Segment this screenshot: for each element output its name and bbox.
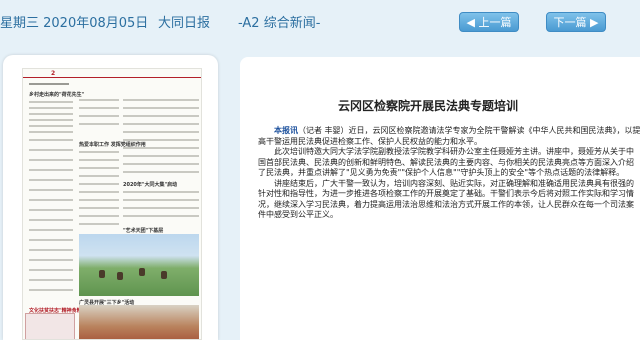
horse-figure-icon (99, 270, 105, 278)
thumbnail-photo-people (79, 305, 199, 339)
thumbnail-text-line (79, 199, 119, 201)
thumbnail-text-line (79, 159, 119, 161)
thumbnail-text-line (29, 179, 73, 181)
thumbnail-text-line (123, 171, 199, 173)
thumbnail-text-line (123, 115, 199, 117)
thumbnail-text-line (123, 199, 199, 201)
thumbnail-text-line (123, 155, 199, 157)
prev-article-label: 上一篇 (478, 16, 512, 29)
thumbnail-text-line (123, 147, 199, 149)
thumbnail-text-line (79, 99, 119, 101)
article-body: 本报讯（记者 丰婴）近日，云冈区检察院邀请法学专家为全院干警解读《中华人民共和国… (258, 126, 640, 221)
horse-figure-icon (117, 272, 123, 280)
thumbnail-text-line (29, 113, 73, 115)
thumbnail-text-line (123, 107, 199, 109)
thumbnail-text-line (29, 239, 73, 241)
thumbnail-text-line (29, 289, 73, 291)
thumbnail-text-line (29, 219, 73, 221)
next-arrow-icon: ▶ (586, 15, 599, 29)
thumbnail-text-line (79, 207, 119, 209)
article-title: 云冈区检察院开展民法典专题培训 (338, 99, 519, 113)
thumbnail-text-line (29, 229, 73, 231)
thumbnail-header-bar (23, 69, 201, 78)
horse-figure-icon (139, 268, 145, 276)
page-thumbnail-panel: 2 乡村走出来的"荷花先生" 热爱本职工作 发挥党组织作用 2020年"大同大集… (3, 55, 218, 340)
thumbnail-headline-1[interactable]: 乡村走出来的"荷花先生" (29, 91, 84, 98)
thumbnail-rule (29, 83, 69, 85)
thumbnail-text-line (29, 149, 73, 151)
thumbnail-text-line (123, 131, 199, 133)
horse-figure-icon (161, 271, 167, 279)
next-article-button[interactable]: 下一篇 ▶ (546, 12, 606, 32)
prev-article-button[interactable]: ◀ 上一篇 (459, 12, 519, 32)
thumbnail-text-line (79, 151, 119, 153)
thumbnail-text-line (29, 189, 73, 191)
thumbnail-red-box (25, 313, 75, 339)
thumbnail-text-line (79, 123, 119, 125)
article-paragraph: 讲座结束后，广大干警一致认为，培训内容深刻、贴近实际，对正确理解和准确适用民法典… (258, 178, 634, 220)
thumbnail-text-line (79, 191, 119, 193)
prev-arrow-icon: ◀ (466, 15, 479, 29)
thumbnail-text-line (29, 209, 73, 211)
thumbnail-text-line (79, 223, 119, 225)
thumbnail-text-line (29, 169, 73, 171)
thumbnail-text-line (29, 119, 73, 121)
thumbnail-text-line (29, 125, 73, 127)
article-paragraph: 本报讯（记者 丰婴）近日，云冈区检察院邀请法学专家为全院干警解读《中华人民共和国… (258, 126, 640, 147)
top-bar: 星期三 2020年08月05日 大同日报 -A2 综合新闻- ◀ 上一篇 下一篇… (0, 0, 640, 42)
thumbnail-text-line (79, 167, 119, 169)
thumbnail-text-line (123, 207, 199, 209)
thumbnail-text-line (123, 99, 199, 101)
article-panel: 云冈区检察院开展民法典专题培训 本报讯（记者 丰婴）近日，云冈区检察院邀请法学专… (240, 57, 640, 340)
thumbnail-text-line (123, 215, 199, 217)
thumbnail-text-line (29, 199, 73, 201)
article-paragraph: 此次培训特邀大同大学法学院副教授法学院教学科研办公室主任聂娅芳主讲。讲座中，聂娅… (258, 147, 634, 177)
thumbnail-headline-3[interactable]: 2020年"大同大集"启动 (123, 181, 177, 188)
thumbnail-text-line (79, 175, 119, 177)
thumbnail-text-line (123, 139, 199, 141)
issue-date: 星期三 2020年08月05日 (0, 16, 149, 31)
thumbnail-text-line (79, 107, 119, 109)
thumbnail-text-line (29, 269, 73, 271)
thumbnail-text-line (29, 139, 73, 141)
thumbnail-text-line (79, 115, 119, 117)
thumbnail-text-line (29, 259, 73, 261)
thumbnail-page-number: 2 (51, 70, 56, 77)
next-article-label: 下一篇 (553, 16, 587, 29)
thumbnail-text-line (123, 191, 199, 193)
thumbnail-text-line (29, 107, 73, 109)
thumbnail-text-line (29, 249, 73, 251)
article-paragraph-text: （记者 丰婴）近日，云冈区检察院邀请法学专家为全院干警解读《中华人民共和国民法典… (258, 126, 640, 146)
thumbnail-text-line (123, 123, 199, 125)
newspaper-page-thumbnail[interactable]: 2 乡村走出来的"荷花先生" 热爱本职工作 发挥党组织作用 2020年"大同大集… (22, 68, 202, 340)
article-lead: 本报讯 (274, 126, 298, 135)
thumbnail-text-line (79, 215, 119, 217)
thumbnail-headline-4[interactable]: "艺术天团"下基层 (123, 227, 163, 234)
paper-name[interactable]: 大同日报 (158, 12, 210, 31)
thumbnail-text-line (123, 163, 199, 165)
thumbnail-photo-landscape (79, 234, 199, 296)
thumbnail-text-line (29, 131, 73, 133)
page-label: -A2 综合新闻- (238, 16, 321, 31)
thumbnail-text-line (29, 159, 73, 161)
thumbnail-text-line (29, 279, 73, 281)
thumbnail-text-line (29, 101, 73, 103)
thumbnail-text-line (79, 183, 119, 185)
